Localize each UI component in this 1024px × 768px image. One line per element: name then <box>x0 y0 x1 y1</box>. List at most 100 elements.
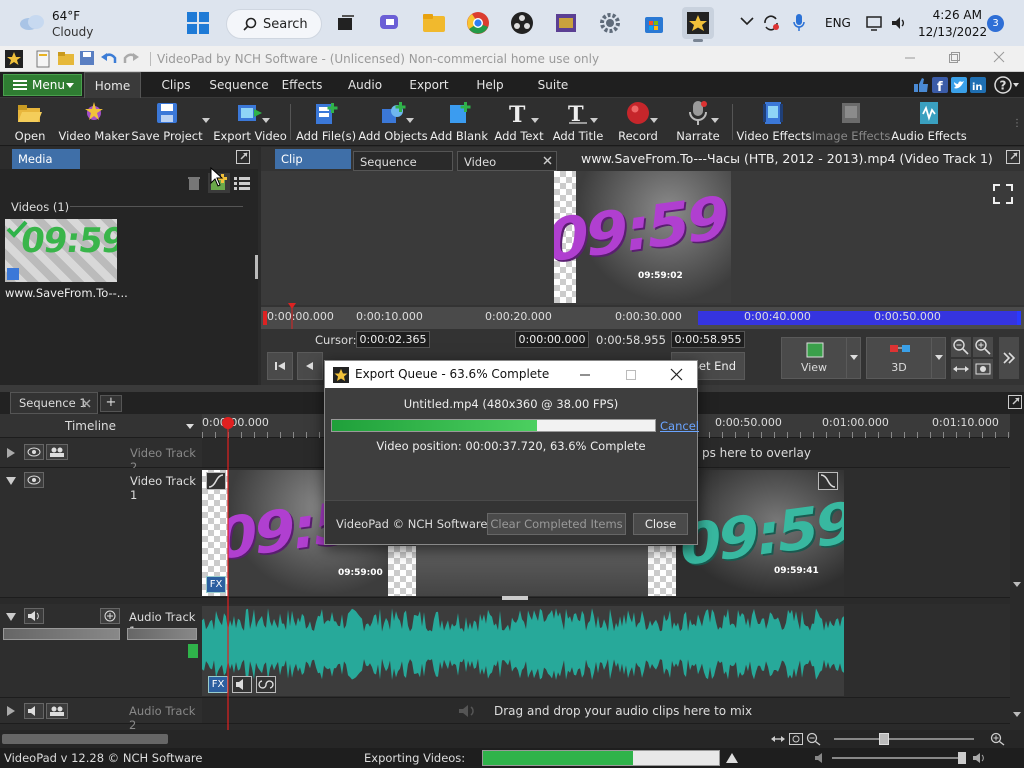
view-button[interactable]: View <box>781 337 861 379</box>
volume-slider[interactable] <box>3 628 120 640</box>
tab-sequence-preview[interactable]: Sequence Preview <box>353 151 453 189</box>
tab-export[interactable]: Export <box>404 72 454 98</box>
settings-gear-icon[interactable] <box>594 7 626 39</box>
add-objects-dropdown-caret[interactable] <box>406 118 414 123</box>
step-back-button[interactable] <box>297 352 323 380</box>
group-icon[interactable] <box>46 444 68 460</box>
audio-waveform[interactable] <box>202 606 844 696</box>
minimize-icon[interactable] <box>903 50 917 64</box>
facebook-icon[interactable]: f <box>932 77 948 93</box>
maximize-icon[interactable] <box>625 369 637 381</box>
tab-media-bin[interactable]: Media Bin <box>12 149 80 186</box>
out-point-field[interactable]: 0:00:58.955 <box>596 333 666 347</box>
volume-icon[interactable] <box>890 14 908 32</box>
collapse-arrow-icon[interactable] <box>6 477 16 485</box>
preview-video-frame[interactable]: 09:59 09:59:02 <box>554 171 731 303</box>
videopad-app-icon[interactable] <box>5 50 23 68</box>
export-dropdown-caret[interactable] <box>262 118 270 123</box>
minimize-icon[interactable] <box>579 369 591 381</box>
eye-icon[interactable] <box>24 444 44 460</box>
speaker-icon[interactable] <box>24 703 44 719</box>
fit-width-icon[interactable] <box>951 359 971 379</box>
tab-home[interactable]: Home <box>84 72 141 98</box>
add-title-dropdown-caret[interactable] <box>590 118 598 123</box>
speaker-icon[interactable] <box>814 753 826 763</box>
notification-badge[interactable]: 3 <box>987 15 1004 32</box>
save-icon[interactable] <box>79 50 97 68</box>
tab-clip-preview[interactable]: Clip Preview <box>275 149 351 186</box>
snapshot-icon[interactable] <box>973 359 993 379</box>
sync-icon[interactable] <box>762 14 780 32</box>
add-track-icon[interactable] <box>100 608 120 624</box>
media-item-name[interactable]: www.SaveFrom.To--... <box>5 286 128 300</box>
panel-splitter-handle[interactable] <box>255 255 258 279</box>
in-point-field[interactable]: 0:00:00.000 <box>515 331 589 348</box>
add-sequence-icon[interactable]: + <box>100 395 122 412</box>
expand-arrow-icon[interactable] <box>7 706 15 716</box>
timeline-vscroll[interactable] <box>1010 438 1024 730</box>
undock-timeline-icon[interactable] <box>1008 395 1022 409</box>
teams-chat-icon[interactable] <box>374 7 406 39</box>
cloud-icon[interactable] <box>18 12 46 32</box>
taskbar-search[interactable]: Search <box>226 9 322 39</box>
add-text-dropdown-caret[interactable] <box>531 118 539 123</box>
eye-icon[interactable] <box>24 472 44 488</box>
chevron-up-icon[interactable] <box>740 16 754 26</box>
store-icon[interactable] <box>638 7 670 39</box>
fade-out-icon[interactable] <box>818 472 838 490</box>
skip-start-button[interactable] <box>267 352 293 380</box>
pan-slider[interactable] <box>127 628 197 640</box>
tab-video-tutorials[interactable]: Video Tutorials <box>457 151 557 189</box>
export-video-button[interactable]: Export Video <box>213 100 287 144</box>
cursor-time-field[interactable]: 0:00:02.365 <box>356 331 430 348</box>
main-menu-button[interactable]: Menu <box>3 74 82 96</box>
close-button[interactable]: Close <box>633 513 688 535</box>
redo-icon[interactable] <box>122 50 140 68</box>
add-blank-button[interactable]: Add Blank <box>430 100 488 144</box>
tab-suite[interactable]: Suite <box>530 72 576 98</box>
volume-max-icon[interactable] <box>972 753 986 763</box>
fit-timeline-icon[interactable] <box>770 732 786 746</box>
expand-arrow-icon[interactable] <box>7 448 15 458</box>
tab-effects[interactable]: Effects <box>276 72 328 98</box>
restore-icon[interactable] <box>947 50 961 64</box>
cancel-link[interactable]: Cancel <box>660 419 699 433</box>
zoom-out-icon[interactable] <box>951 337 971 357</box>
linkedin-icon[interactable]: in <box>970 77 986 93</box>
add-files-button[interactable]: Add File(s) <box>296 100 356 144</box>
obs-icon[interactable] <box>506 7 538 39</box>
open-folder-icon[interactable] <box>57 50 75 68</box>
expand-up-icon[interactable] <box>726 753 738 763</box>
list-view-icon[interactable] <box>233 175 251 191</box>
duration-field[interactable]: 0:00:58.955 <box>671 331 745 348</box>
microphone-icon[interactable] <box>792 13 806 33</box>
twitter-icon[interactable] <box>951 77 967 93</box>
clip-preview-ruler[interactable]: 0:00:00.000 0:00:10.000 0:00:20.000 0:00… <box>261 303 1024 329</box>
file-explorer-icon[interactable] <box>418 7 450 39</box>
media-thumbnail[interactable]: 09:59 <box>5 219 117 282</box>
videopad-taskbar-icon[interactable] <box>682 7 714 42</box>
clear-completed-button[interactable]: Clear Completed Items <box>487 513 626 535</box>
video-maker-button[interactable]: Video Maker <box>59 100 129 144</box>
audio-track-2-lane[interactable]: Drag and drop your audio clips here to m… <box>202 698 1010 724</box>
zoom-slider-track[interactable] <box>834 738 974 740</box>
out-marker[interactable] <box>1017 311 1021 325</box>
save-project-button[interactable]: Save Project <box>131 100 203 144</box>
language-indicator[interactable]: ENG <box>825 16 851 30</box>
zoom-in-icon[interactable] <box>990 732 1006 746</box>
horizontal-scrollbar-thumb[interactable] <box>2 734 168 744</box>
film-app-icon[interactable] <box>550 7 582 39</box>
weather-temp[interactable]: 64°F <box>52 9 80 23</box>
clip-volume-icon[interactable] <box>232 676 252 693</box>
tab-help[interactable]: Help <box>470 72 510 98</box>
close-icon[interactable] <box>992 50 1006 64</box>
record-dropdown-caret[interactable] <box>650 118 658 123</box>
playhead-marker[interactable] <box>288 303 296 329</box>
delete-trash-icon[interactable] <box>186 175 202 191</box>
add-objects-button[interactable]: Add Objects <box>358 100 428 144</box>
save-dropdown-caret[interactable] <box>202 118 210 123</box>
undock-panel-icon[interactable] <box>236 150 250 164</box>
audio-track-1-lane[interactable]: FX <box>202 604 1010 698</box>
task-view-icon[interactable] <box>330 7 362 39</box>
thumbs-up-icon[interactable] <box>913 77 929 93</box>
